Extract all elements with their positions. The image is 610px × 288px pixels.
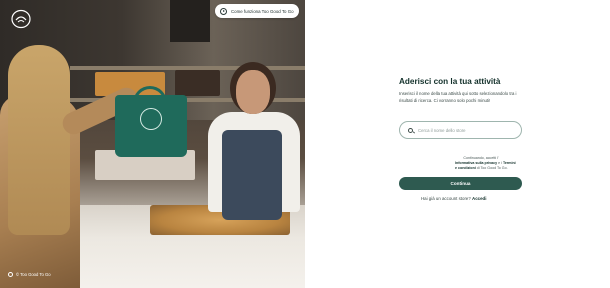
store-search-input[interactable]: [418, 127, 518, 133]
menu-board: [170, 0, 210, 42]
worker-apron: [222, 130, 282, 220]
photo-caption-text: © Too Good To Go: [16, 272, 51, 277]
page-title: Aderisci con la tua attività: [399, 77, 501, 86]
continue-button[interactable]: Continua: [399, 177, 522, 190]
page-description: Inserisci il nome della tua attività qui…: [399, 91, 517, 103]
login-prompt-text: Hai già un account store?: [421, 196, 471, 201]
brand-mark-icon: [8, 272, 13, 277]
store-search-field[interactable]: [399, 121, 522, 139]
search-icon: [408, 127, 413, 133]
play-circle-icon: [220, 7, 227, 15]
photo-caption: © Too Good To Go: [8, 272, 51, 277]
too-good-to-go-logo-icon[interactable]: [10, 9, 32, 29]
how-it-works-label: Come funziona Too Good To Go: [231, 8, 294, 14]
customer-hair: [8, 45, 70, 235]
login-link[interactable]: Accedi: [472, 196, 486, 201]
terms-notice: Continuando, accetti l' Informativa sull…: [455, 156, 517, 170]
login-prompt: Hai già un account store? Accedi: [421, 196, 486, 201]
signup-panel: Aderisci con la tua attività Inserisci i…: [305, 0, 610, 288]
bag-logo-icon: [140, 108, 162, 130]
privacy-policy-link[interactable]: Informativa sulla privacy: [455, 161, 497, 165]
worker-face: [236, 70, 270, 114]
jars: [175, 70, 220, 96]
terms-suffix: di Too Good To Go.: [475, 165, 508, 170]
hero-photo: Come funziona Too Good To Go © Too Good …: [0, 0, 305, 288]
how-it-works-button[interactable]: Come funziona Too Good To Go: [215, 4, 299, 18]
